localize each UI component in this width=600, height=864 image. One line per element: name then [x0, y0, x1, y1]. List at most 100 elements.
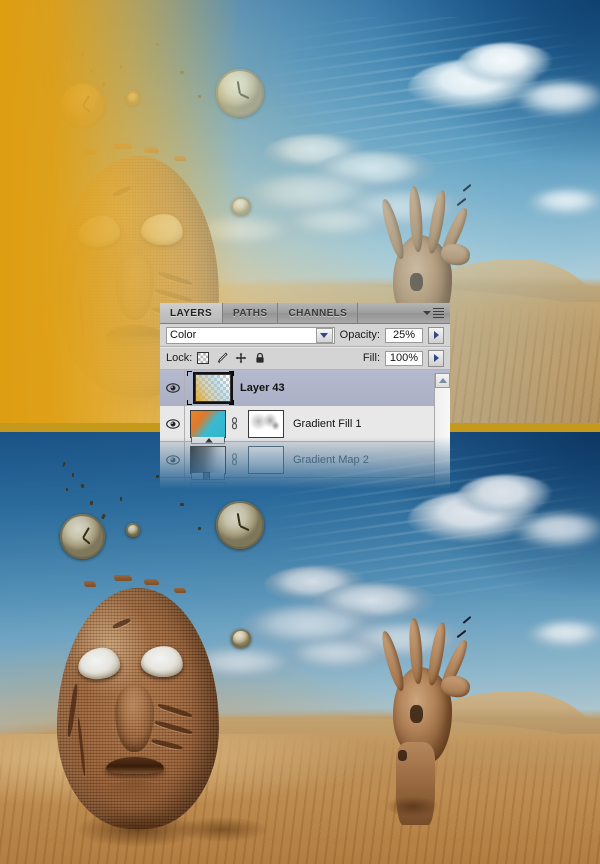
cloud — [516, 82, 600, 121]
lock-all-icon[interactable] — [254, 352, 266, 364]
hand-shadow — [375, 791, 451, 821]
selection-corner — [229, 370, 234, 376]
panel-menu-button[interactable] — [423, 303, 450, 323]
blend-opacity-row: Color Opacity: 25% — [160, 324, 450, 347]
layers-scrollbar[interactable] — [434, 373, 450, 489]
hand — [375, 613, 477, 825]
head-fragment — [144, 578, 159, 585]
debris-speck — [180, 71, 184, 75]
head-fragment — [114, 574, 132, 582]
burlap-face — [57, 587, 219, 830]
lock-buttons — [197, 352, 266, 364]
debris-speck — [198, 95, 201, 99]
watch-hand — [236, 512, 241, 527]
tab-channels-label: CHANNELS — [288, 307, 348, 319]
layers-panel[interactable]: LAYERS PATHS CHANNELS Color Opacity: 25%… — [160, 303, 450, 513]
layer-name[interactable]: Layer 43 — [240, 382, 285, 394]
tab-channels[interactable]: CHANNELS — [278, 303, 359, 323]
layers-panel-body: LAYERS PATHS CHANNELS Color Opacity: 25%… — [160, 303, 450, 513]
orange-cyan-gradient-thumbnail[interactable] — [190, 409, 226, 444]
tab-layers-label: LAYERS — [170, 307, 213, 319]
debris-speck — [120, 64, 122, 69]
fill-input[interactable]: 100% — [385, 350, 423, 366]
head-fragment — [84, 149, 96, 156]
pocket-watch — [216, 501, 264, 549]
pocket-watch — [126, 522, 141, 537]
opacity-stepper-button[interactable] — [428, 326, 444, 344]
hand-mark — [409, 704, 424, 724]
head-fragment — [84, 581, 96, 588]
debris-speck — [156, 475, 159, 479]
fill-stepper-button[interactable] — [428, 349, 444, 367]
opacity-label: Opacity: — [339, 329, 380, 341]
black-white-gradient-thumbnail[interactable] — [190, 445, 226, 480]
layer-row-layer-43[interactable]: Layer 43 — [160, 370, 450, 406]
layer-visibility-toggle[interactable] — [162, 406, 185, 441]
screenshot-root: LAYERS PATHS CHANNELS Color Opacity: 25%… — [0, 0, 600, 864]
layer-name[interactable]: Gradient Map 2 — [293, 454, 369, 466]
link-mask-icon[interactable] — [230, 453, 239, 466]
mouth — [105, 324, 164, 342]
panel-tabbar: LAYERS PATHS CHANNELS — [160, 303, 450, 324]
finger — [378, 629, 408, 693]
eye-icon — [166, 454, 180, 465]
mouth — [105, 756, 164, 774]
selection-corner — [187, 370, 192, 376]
debris-speck — [120, 496, 122, 501]
pocket-watch — [216, 69, 264, 117]
pocket-watch — [126, 90, 141, 105]
lock-transparent-pixels-icon[interactable] — [197, 352, 210, 364]
layer-row-gradient-map-2[interactable]: Gradient Map 2 — [160, 442, 450, 480]
eye-icon — [166, 418, 180, 429]
arrow-right-icon — [433, 354, 439, 362]
finger — [378, 197, 408, 261]
chevron-down-icon — [423, 311, 431, 315]
blend-mode-select[interactable]: Color — [166, 326, 335, 344]
white-mask-thumbnail[interactable] — [248, 445, 284, 474]
head-fragment — [174, 587, 186, 593]
layer-visibility-toggle[interactable] — [162, 442, 185, 477]
blend-mode-dropdown-button[interactable] — [315, 327, 333, 343]
chevron-down-icon — [320, 332, 329, 338]
watch-hand — [236, 80, 241, 95]
arrow-right-icon — [433, 331, 439, 339]
clock-needle — [456, 629, 467, 638]
debris-speck — [198, 527, 201, 531]
opacity-input[interactable]: 25% — [385, 327, 423, 343]
artwork-bottom-final — [0, 432, 600, 864]
debris-speck — [156, 43, 159, 47]
watch-hand — [239, 92, 250, 99]
clock-needle — [456, 197, 467, 206]
fill-label: Fill: — [362, 352, 380, 364]
layer-thumbnail-wrap[interactable] — [187, 370, 234, 405]
panel-menu-icon — [433, 308, 444, 318]
lock-fill-row: Lock: Fill: 100% — [160, 347, 450, 370]
layer-name[interactable]: Gradient Fill 1 — [293, 418, 361, 430]
clock-needle — [462, 615, 472, 624]
head-shadow — [48, 803, 228, 856]
lock-position-icon[interactable] — [235, 352, 247, 364]
lock-image-pixels-icon[interactable] — [216, 352, 228, 364]
debris-speck — [180, 503, 184, 507]
debris-speck — [66, 488, 68, 492]
clock-needle-group — [456, 173, 477, 219]
tab-layers[interactable]: LAYERS — [160, 303, 224, 323]
selection-corner — [187, 399, 192, 405]
tab-paths-label: PATHS — [233, 307, 268, 319]
lock-label: Lock: — [166, 352, 193, 364]
white-mask-thumbnail[interactable] — [248, 409, 284, 438]
layer-row-gradient-fill-1[interactable]: Gradient Fill 1 — [160, 406, 450, 444]
watch-hand — [81, 104, 91, 113]
blend-mode-value: Color — [170, 329, 197, 341]
link-mask-icon[interactable] — [230, 417, 239, 430]
scroll-up-button[interactable] — [435, 373, 450, 388]
debris-speck — [72, 473, 74, 478]
gradient-checker-thumbnail — [193, 371, 233, 404]
head-fragment — [114, 142, 132, 150]
debris-speck — [90, 501, 93, 506]
debris-speck — [66, 56, 68, 60]
debris-speck — [72, 41, 74, 46]
clock-needle-group — [456, 605, 477, 651]
layer-visibility-toggle[interactable] — [162, 370, 185, 405]
tab-paths[interactable]: PATHS — [223, 303, 279, 323]
